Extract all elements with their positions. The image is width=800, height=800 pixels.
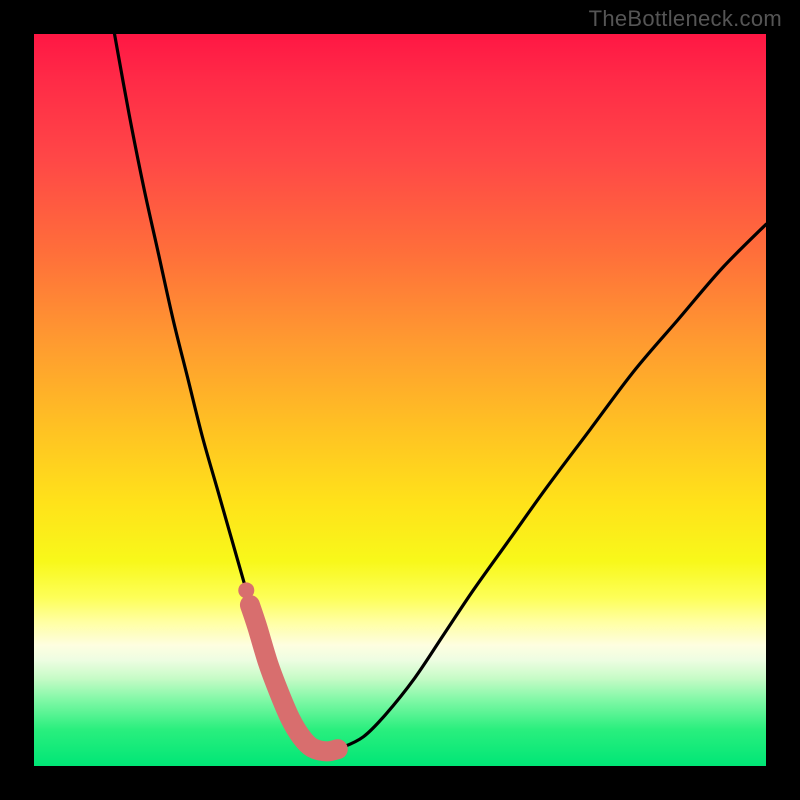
watermark-text: TheBottleneck.com (589, 6, 782, 32)
chart-frame: TheBottleneck.com (0, 0, 800, 800)
plot-area (34, 34, 766, 766)
bottleneck-curve (115, 34, 766, 751)
chart-svg (34, 34, 766, 766)
highlight-dot (238, 582, 254, 598)
highlight-segment (250, 605, 338, 751)
